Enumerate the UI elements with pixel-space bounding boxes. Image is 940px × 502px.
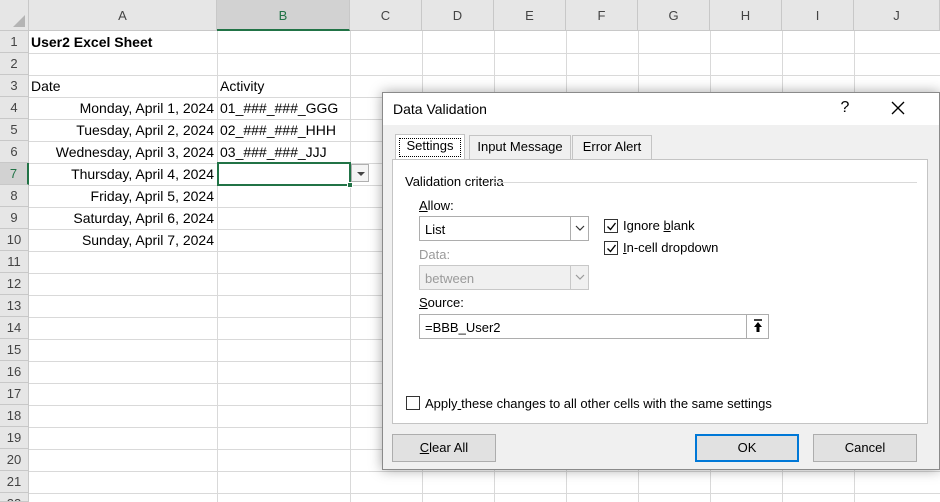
allow-select-value: List [425,222,446,237]
source-label: Source: [419,295,464,310]
row-header-19[interactable]: 19 [0,427,29,449]
data-select-value: between [425,271,475,286]
column-header-f[interactable]: F [566,0,638,31]
select-all-corner[interactable] [0,0,29,31]
cell-a5[interactable]: Tuesday, April 2, 2024 [76,120,214,141]
validation-criteria-label: Validation criteria [405,174,504,189]
allow-label: Allow: [419,198,454,213]
column-header-g[interactable]: G [638,0,710,31]
range-select-icon [754,319,762,332]
chevron-down-icon [575,225,585,231]
row-header-16[interactable]: 16 [0,361,29,383]
cell-a10[interactable]: Sunday, April 7, 2024 [82,230,214,251]
column-header-j[interactable]: J [854,0,940,31]
row-header-5[interactable]: 5 [0,119,29,141]
data-select-dropdown [570,266,588,289]
data-label: Data: [419,247,451,262]
cancel-button[interactable]: Cancel [813,434,917,462]
data-select: between [419,265,589,290]
close-icon [891,101,905,115]
column-header-c[interactable]: C [350,0,422,31]
source-input[interactable]: =BBB_User2 [419,314,769,339]
row-header-11[interactable]: 11 [0,251,29,273]
ignore-blank-checkbox[interactable] [604,219,618,233]
settings-panel: Validation criteria Allow: List Ignore b… [392,159,928,424]
row-header-9[interactable]: 9 [0,207,29,229]
row-header-20[interactable]: 20 [0,449,29,471]
cell-b6[interactable]: 03_###_###_JJJ [220,142,327,163]
tab-error-alert[interactable]: Error Alert [572,135,652,159]
row-header-8[interactable]: 8 [0,185,29,207]
in-cell-dropdown-checkbox[interactable] [604,241,618,255]
cell-a6[interactable]: Wednesday, April 3, 2024 [56,142,214,163]
row-header-6[interactable]: 6 [0,141,29,163]
row-header-13[interactable]: 13 [0,295,29,317]
help-button[interactable]: ? [833,99,857,117]
ok-button[interactable]: OK [695,434,799,462]
cell-b5[interactable]: 02_###_###_HHH [220,120,336,141]
cell-a1[interactable]: User2 Excel Sheet [31,32,152,53]
row-header-3[interactable]: 3 [0,75,29,97]
tab-input-message-label: Input Message [477,139,563,154]
row-header-10[interactable]: 10 [0,229,29,251]
dialog-titlebar[interactable]: Data Validation ? [383,93,939,125]
criteria-divider [493,182,917,183]
row-header-1[interactable]: 1 [0,31,29,53]
checkmark-icon [607,222,617,231]
tab-settings[interactable]: Settings [395,134,465,160]
tab-input-message[interactable]: Input Message [469,135,571,159]
column-header-i[interactable]: I [782,0,854,31]
chevron-down-icon [575,274,585,280]
row-header-7[interactable]: 7 [0,163,29,185]
active-cell-b7[interactable] [217,162,353,188]
cell-a8[interactable]: Friday, April 5, 2024 [91,186,214,207]
clear-all-button[interactable]: Clear All [392,434,496,462]
tab-error-alert-label: Error Alert [582,139,642,154]
dialog-title: Data Validation [393,101,487,117]
cell-dropdown-button[interactable] [351,164,369,182]
apply-all-checkbox[interactable] [406,396,420,410]
cell-b3[interactable]: Activity [220,76,264,97]
column-header-e[interactable]: E [494,0,566,31]
checkmark-icon [607,244,617,253]
apply-all-label[interactable]: Apply these changes to all other cells w… [425,396,772,411]
column-header-b[interactable]: B [217,0,350,31]
cell-b4[interactable]: 01_###_###_GGG [220,98,338,119]
row-header-14[interactable]: 14 [0,317,29,339]
column-header-a[interactable]: A [29,0,217,31]
data-validation-dialog: Data Validation ? Settings Input Message… [382,92,940,470]
row-header-4[interactable]: 4 [0,97,29,119]
source-input-value: =BBB_User2 [425,320,501,335]
allow-select-dropdown[interactable] [570,217,588,240]
row-header-2[interactable]: 2 [0,53,29,75]
cell-a3[interactable]: Date [31,76,61,97]
row-header-21[interactable]: 21 [0,471,29,493]
in-cell-dropdown-label[interactable]: In-cell dropdown [623,240,718,255]
chevron-down-icon [357,172,365,176]
column-header-h[interactable]: H [710,0,782,31]
allow-select[interactable]: List [419,216,589,241]
row-header-22[interactable]: 22 [0,493,29,502]
range-picker-button[interactable] [746,315,768,338]
cell-a7[interactable]: Thursday, April 4, 2024 [71,164,214,185]
row-header-15[interactable]: 15 [0,339,29,361]
column-header-d[interactable]: D [422,0,494,31]
row-header-18[interactable]: 18 [0,405,29,427]
row-header-12[interactable]: 12 [0,273,29,295]
row-header-17[interactable]: 17 [0,383,29,405]
ignore-blank-label[interactable]: Ignore blank [623,218,695,233]
cell-a4[interactable]: Monday, April 1, 2024 [80,98,214,119]
fill-handle[interactable] [347,182,353,188]
close-button[interactable] [883,95,913,121]
cell-a9[interactable]: Saturday, April 6, 2024 [73,208,214,229]
